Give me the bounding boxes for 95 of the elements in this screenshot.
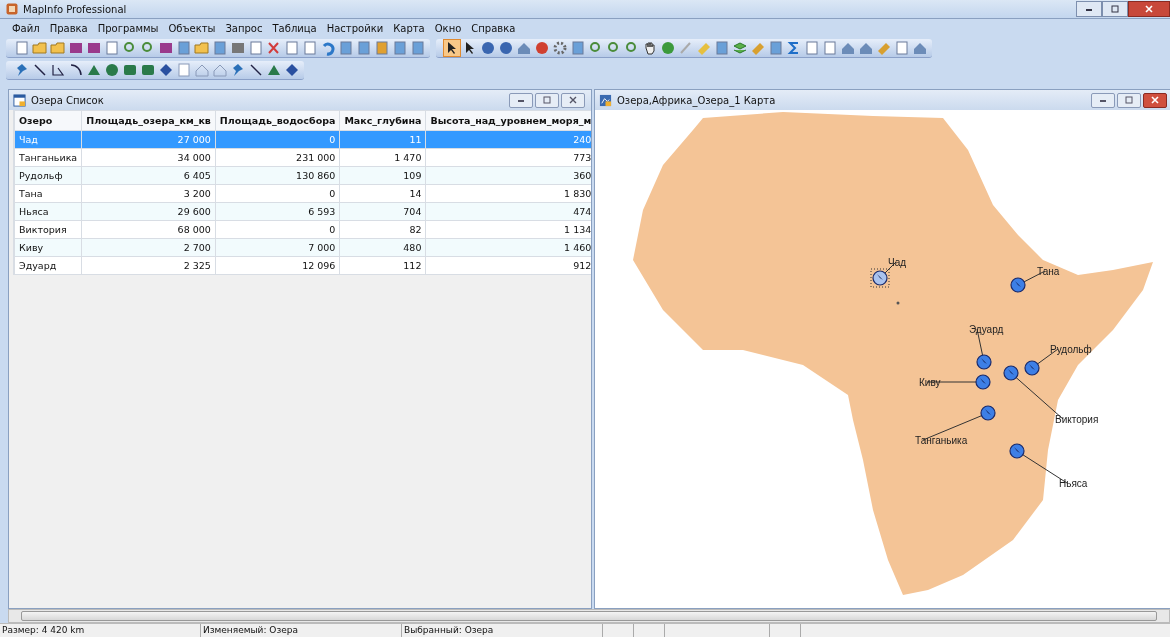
lake-label: Эдуард bbox=[969, 324, 1004, 335]
column-header[interactable]: Площадь_водосбора bbox=[215, 110, 340, 131]
menu-item[interactable]: Объекты bbox=[168, 22, 216, 34]
lake-marker[interactable] bbox=[975, 374, 991, 390]
page-icon[interactable] bbox=[894, 39, 910, 56]
page-icon[interactable] bbox=[302, 39, 318, 56]
lake-marker[interactable] bbox=[1024, 360, 1040, 376]
page-icon[interactable] bbox=[284, 39, 300, 56]
maximize-icon bbox=[542, 96, 552, 104]
menu-item[interactable]: Карта bbox=[393, 22, 425, 34]
diamond-icon[interactable] bbox=[158, 61, 174, 78]
line-icon[interactable] bbox=[32, 61, 48, 78]
page-icon[interactable] bbox=[248, 39, 264, 56]
selected-lake-marker[interactable] bbox=[870, 268, 890, 288]
circle-icon[interactable] bbox=[498, 39, 514, 56]
diamond-icon[interactable] bbox=[284, 61, 300, 78]
table-icon bbox=[13, 93, 26, 107]
lake-label: Ньяса bbox=[1059, 478, 1088, 489]
folder-icon[interactable] bbox=[32, 39, 48, 56]
map-icon bbox=[599, 93, 612, 107]
app-icon bbox=[6, 3, 18, 15]
minimize-button[interactable] bbox=[509, 92, 533, 108]
minimize-button[interactable] bbox=[1076, 1, 1102, 17]
maximize-icon bbox=[1110, 5, 1120, 13]
lake-label: Виктория bbox=[1055, 414, 1099, 425]
minimize-button[interactable] bbox=[1091, 92, 1115, 108]
lake-marker[interactable] bbox=[1010, 277, 1026, 293]
circle-icon[interactable] bbox=[480, 39, 496, 56]
folder-icon[interactable] bbox=[50, 39, 66, 56]
page-icon[interactable] bbox=[822, 39, 838, 56]
table-cell: 112 bbox=[339, 256, 426, 275]
table-cell: 34 000 bbox=[81, 148, 216, 167]
lake-marker[interactable] bbox=[980, 405, 996, 421]
maximize-icon bbox=[1124, 96, 1134, 104]
menu-item[interactable]: Программы bbox=[97, 22, 159, 34]
menu-item[interactable]: Настройки bbox=[326, 22, 384, 34]
table-cell: 3 200 bbox=[81, 184, 216, 203]
table-cell: 68 000 bbox=[81, 220, 216, 239]
close-button[interactable] bbox=[1128, 1, 1170, 17]
menu-item[interactable]: Файл bbox=[12, 22, 40, 34]
folder-icon[interactable] bbox=[194, 39, 210, 56]
table-cell: Эдуард bbox=[14, 256, 82, 275]
table-cell: 1 470 bbox=[339, 148, 426, 167]
table-cell: Тана bbox=[14, 184, 82, 203]
menu-item[interactable]: Справка bbox=[471, 22, 516, 34]
table-cell: 2 325 bbox=[81, 256, 216, 275]
minimize-icon bbox=[1098, 97, 1108, 103]
table-cell: Виктория bbox=[14, 220, 82, 239]
lake-marker[interactable] bbox=[1009, 443, 1025, 459]
column-header[interactable]: Площадь_озера_км_кв bbox=[81, 110, 216, 131]
status-text: Размер: 4 420 km bbox=[0, 624, 201, 637]
arc-icon[interactable] bbox=[68, 61, 84, 78]
column-header[interactable]: Озеро bbox=[14, 110, 82, 131]
lake-marker[interactable] bbox=[1003, 365, 1019, 381]
table-cell: 231 000 bbox=[215, 148, 340, 167]
status-text: Выбранный: Озера bbox=[402, 624, 603, 637]
close-icon bbox=[568, 96, 578, 104]
circle-icon[interactable] bbox=[104, 61, 120, 78]
table-cell: Танганьика bbox=[14, 148, 82, 167]
table-cell: 82 bbox=[339, 220, 426, 239]
line-icon[interactable] bbox=[248, 61, 264, 78]
lake-label: Киву bbox=[919, 377, 941, 388]
close-icon bbox=[1150, 96, 1160, 104]
window-title: Озера,Африка_Озера_1 Карта bbox=[617, 94, 776, 106]
page-icon[interactable] bbox=[104, 39, 120, 56]
table-cell: 12 096 bbox=[215, 256, 340, 275]
menu-item[interactable]: Окно bbox=[434, 22, 462, 34]
hand-icon[interactable] bbox=[642, 39, 658, 56]
close-button[interactable] bbox=[561, 92, 585, 108]
menu-item[interactable]: Запрос bbox=[225, 22, 263, 34]
page-icon[interactable] bbox=[14, 39, 30, 56]
column-header[interactable]: Макс_глубина bbox=[339, 110, 426, 131]
page-icon[interactable] bbox=[804, 39, 820, 56]
lake-label: Чад bbox=[888, 257, 907, 268]
minimize-icon bbox=[1084, 6, 1094, 12]
status-text: Изменяемый: Озера bbox=[201, 624, 402, 637]
table-cell: 0 bbox=[215, 220, 340, 239]
menu-item[interactable]: Правка bbox=[49, 22, 88, 34]
menu-item[interactable]: Таблица bbox=[272, 22, 317, 34]
pointer-icon[interactable] bbox=[444, 39, 460, 56]
horizontal-scrollbar[interactable] bbox=[8, 609, 1170, 623]
undo-icon[interactable] bbox=[320, 39, 336, 56]
window-title: MapInfo Professional bbox=[23, 3, 127, 15]
point-marker bbox=[896, 301, 900, 305]
lake-label: Рудольф bbox=[1050, 344, 1092, 355]
lake-label: Танганьика bbox=[915, 435, 968, 446]
column-header[interactable]: Высота_над_уровнем_моря_м bbox=[425, 110, 591, 131]
lake-label: Тана bbox=[1037, 266, 1060, 277]
close-icon bbox=[1144, 5, 1154, 13]
table-cell: 0 bbox=[215, 184, 340, 203]
window-title: Озера Список bbox=[31, 94, 104, 106]
lake-marker[interactable] bbox=[976, 354, 992, 370]
close-button[interactable] bbox=[1143, 92, 1167, 108]
table-cell: 14 bbox=[339, 184, 426, 203]
minimize-icon bbox=[516, 97, 526, 103]
